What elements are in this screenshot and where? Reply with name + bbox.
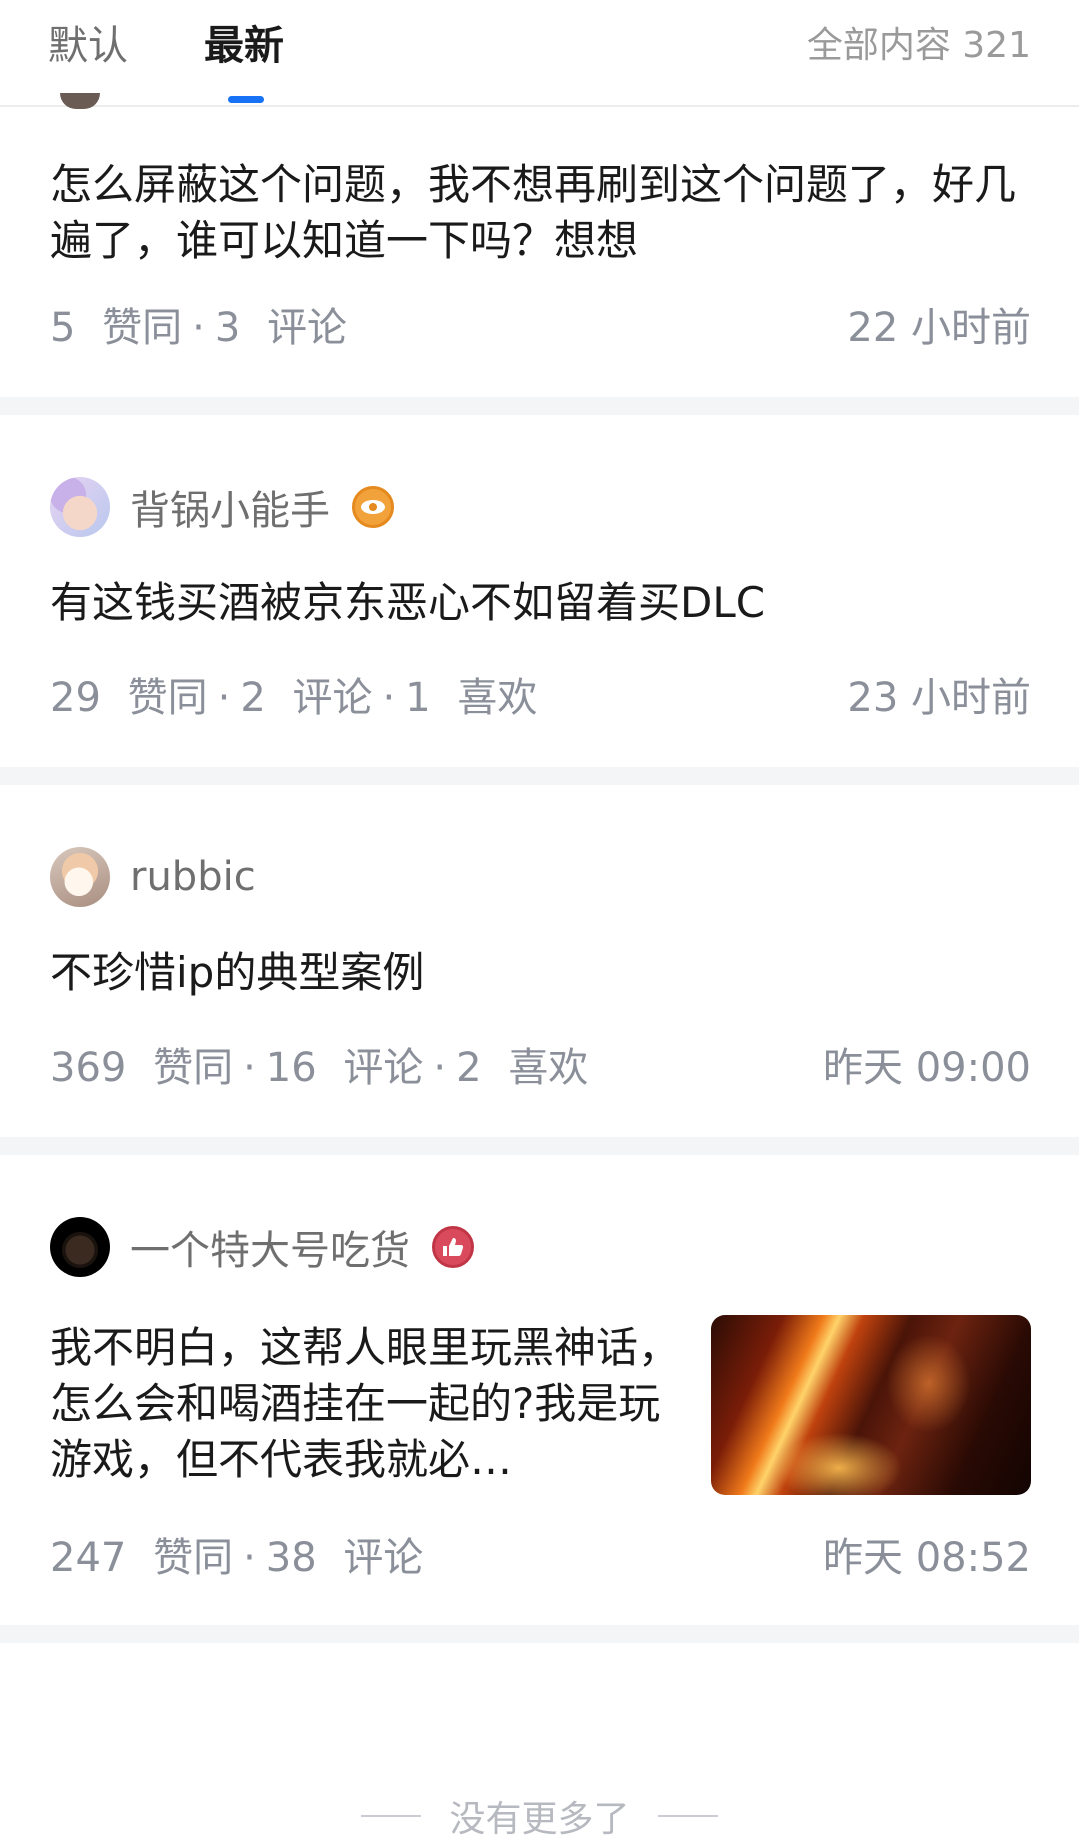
post-time: 昨天 08:52 xyxy=(823,1535,1031,1581)
like-label: 赞同 xyxy=(153,1045,234,1091)
comment-count: 2 xyxy=(240,675,266,721)
like-count: 369 xyxy=(50,1045,127,1091)
like-label: 赞同 xyxy=(153,1535,234,1581)
post-meta: 369 赞同 · 16 评论 · 2 喜欢 xyxy=(50,1045,589,1091)
avatar[interactable] xyxy=(50,847,110,907)
divider-line xyxy=(657,1815,718,1817)
like-count: 29 xyxy=(50,675,101,721)
post-author[interactable]: rubbic xyxy=(50,845,256,909)
post-content[interactable]: 怎么屏蔽这个问题，我不想再刷到这个问题了，好几遍了，谁可以知道一下吗？想想 xyxy=(50,157,1030,269)
fav-label: 喜欢 xyxy=(457,675,538,721)
post-time: 昨天 09:00 xyxy=(823,1045,1031,1091)
avatar xyxy=(60,93,100,109)
comment-label: 评论 xyxy=(343,1535,424,1581)
tab-latest[interactable]: 最新 xyxy=(204,18,284,74)
eye-icon xyxy=(352,486,394,528)
author-name[interactable]: rubbic xyxy=(130,854,256,900)
author-name[interactable]: 背锅小能手 xyxy=(130,478,330,536)
like-count: 5 xyxy=(50,305,76,351)
end-text: 没有更多了 xyxy=(449,1799,630,1840)
comment-count: 16 xyxy=(265,1045,317,1091)
fav-label: 喜欢 xyxy=(508,1045,589,1091)
author-name[interactable]: 一个特大号吃货 xyxy=(130,1218,410,1276)
post-time: 23 小时前 xyxy=(847,675,1031,721)
post-card[interactable]: 一个特大号吃货 我不明白，这帮人眼里玩黑神话，怎么会和喝酒挂在一起的?我是玩游戏… xyxy=(0,1155,1079,1625)
post-meta: 5 赞同 · 3 评论 xyxy=(50,305,348,351)
comment-label: 评论 xyxy=(267,305,348,351)
like-label: 赞同 xyxy=(102,305,183,351)
post-content[interactable]: 我不明白，这帮人眼里玩黑神话，怎么会和喝酒挂在一起的?我是玩游戏，但不代表我就必… xyxy=(50,1320,690,1488)
post-author[interactable]: 背锅小能手 xyxy=(50,475,394,539)
total-content-count: 全部内容 321 xyxy=(806,25,1031,66)
comment-count: 38 xyxy=(265,1535,317,1581)
comment-count: 3 xyxy=(214,305,241,351)
tab-bar: 默认 最新 全部内容 321 xyxy=(0,0,1079,107)
divider-line xyxy=(361,1815,422,1817)
divider xyxy=(0,1625,1079,1643)
divider xyxy=(0,1137,1079,1155)
divider xyxy=(0,397,1079,415)
end-of-list: 没有更多了 xyxy=(0,1790,1079,1842)
post-thumbnail[interactable] xyxy=(711,1315,1031,1495)
post-meta: 247 赞同 · 38 评论 xyxy=(50,1535,424,1581)
post-time: 22 小时前 xyxy=(847,305,1031,351)
post-content[interactable]: 有这钱买酒被京东恶心不如留着买DLC xyxy=(50,575,1030,631)
divider xyxy=(0,767,1079,785)
tab-default[interactable]: 默认 xyxy=(48,18,128,74)
comment-label: 评论 xyxy=(343,1045,424,1091)
post-author[interactable]: 一个特大号吃货 xyxy=(50,1215,474,1279)
fav-count: 2 xyxy=(456,1045,482,1091)
post-meta: 29 赞同 · 2 评论 · 1 喜欢 xyxy=(50,675,538,721)
active-tab-indicator xyxy=(228,96,264,103)
post-card[interactable]: 怎么屏蔽这个问题，我不想再刷到这个问题了，好几遍了，谁可以知道一下吗？想想 5 … xyxy=(0,93,1079,397)
comment-label: 评论 xyxy=(292,675,373,721)
like-label: 赞同 xyxy=(127,675,208,721)
like-count: 247 xyxy=(50,1535,127,1581)
thumbs-up-icon xyxy=(432,1226,474,1268)
post-card[interactable]: 背锅小能手 有这钱买酒被京东恶心不如留着买DLC 29 赞同 · 2 评论 · 1 喜欢… xyxy=(0,415,1079,767)
post-content[interactable]: 不珍惜ip的典型案例 xyxy=(50,945,1030,1001)
avatar[interactable] xyxy=(50,477,110,537)
fav-count: 1 xyxy=(405,675,431,721)
post-card[interactable]: rubbic 不珍惜ip的典型案例 369 赞同 · 16 评论 · 2 喜欢 昨天 0… xyxy=(0,785,1079,1137)
avatar[interactable] xyxy=(50,1217,110,1277)
